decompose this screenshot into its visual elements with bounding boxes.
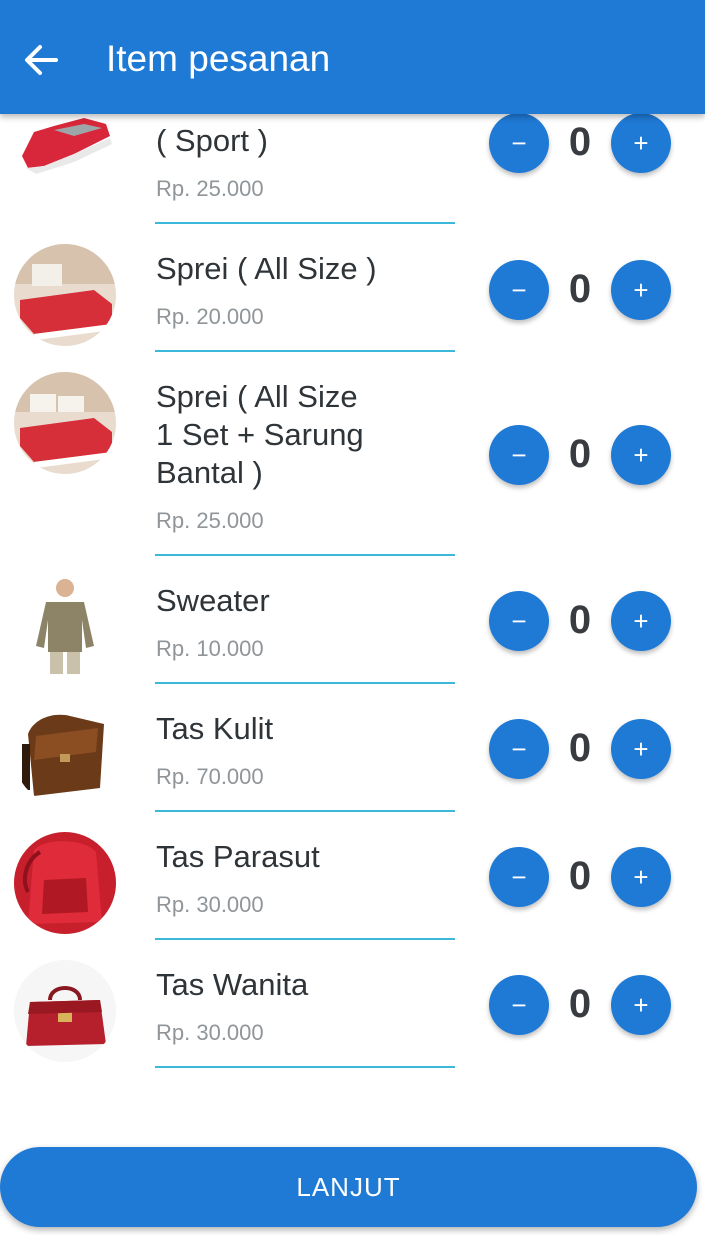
divider [155, 554, 455, 556]
item-name: Tas Wanita [156, 967, 309, 1002]
item-name: Sprei ( All Size ) [156, 251, 377, 286]
divider [155, 222, 455, 224]
item-price: Rp. 70.000 [156, 764, 264, 789]
red-bedsheet-image [14, 244, 116, 346]
arrow-left-icon [25, 45, 58, 75]
increase-button[interactable]: + [611, 847, 671, 907]
item-price: Rp. 25.000 [156, 176, 264, 201]
decrease-button[interactable]: − [489, 425, 549, 485]
minus-icon: − [511, 862, 527, 892]
quantity-value: 0 [568, 982, 592, 1026]
plus-icon: + [633, 862, 649, 892]
minus-icon: − [511, 275, 527, 305]
increase-button[interactable]: + [611, 113, 671, 173]
plus-icon: + [633, 275, 649, 305]
item-price: Rp. 25.000 [156, 508, 264, 533]
decrease-button[interactable]: − [489, 260, 549, 320]
divider [155, 682, 455, 684]
item-name: Tas Parasut [156, 839, 320, 874]
item-image [14, 372, 116, 474]
item-image [14, 832, 116, 934]
increase-button[interactable]: + [611, 719, 671, 779]
decrease-button[interactable]: − [489, 847, 549, 907]
item-name: Sprei ( All Size 1 Set + Sarung Bantal ) [156, 379, 364, 490]
item-image [14, 960, 116, 1062]
item-name: Tas Kulit [156, 711, 274, 746]
divider [155, 350, 455, 352]
minus-icon: − [511, 606, 527, 636]
increase-button[interactable]: + [611, 260, 671, 320]
minus-icon: − [511, 990, 527, 1020]
quantity-value: 0 [568, 726, 592, 770]
minus-icon: − [511, 440, 527, 470]
red-handbag-image [14, 960, 116, 1062]
item-price: Rp. 20.000 [156, 304, 264, 329]
app-bar: Item pesanan [0, 0, 705, 114]
plus-icon: + [633, 440, 649, 470]
red-backpack-image [14, 832, 116, 934]
quantity-value: 0 [568, 120, 592, 164]
increase-button[interactable]: + [611, 425, 671, 485]
divider [155, 1066, 455, 1068]
quantity-value: 0 [568, 432, 592, 476]
item-name: Sweater [156, 583, 270, 618]
decrease-button[interactable]: − [489, 975, 549, 1035]
quantity-value: 0 [568, 854, 592, 898]
brown-leather-bag-image [14, 704, 116, 806]
plus-icon: + [633, 606, 649, 636]
decrease-button[interactable]: − [489, 113, 549, 173]
continue-button[interactable]: LANJUT [0, 1147, 697, 1227]
page-title: Item pesanan [106, 38, 331, 79]
item-image [14, 704, 116, 806]
item-price: Rp. 10.000 [156, 636, 264, 661]
plus-icon: + [633, 734, 649, 764]
item-image [14, 244, 116, 346]
item-name: ( Sport ) [156, 123, 268, 158]
increase-button[interactable]: + [611, 591, 671, 651]
divider [155, 938, 455, 940]
plus-icon: + [633, 990, 649, 1020]
decrease-button[interactable]: − [489, 591, 549, 651]
item-image [14, 576, 116, 678]
increase-button[interactable]: + [611, 975, 671, 1035]
item-price: Rp. 30.000 [156, 892, 264, 917]
decrease-button[interactable]: − [489, 719, 549, 779]
minus-icon: − [511, 734, 527, 764]
minus-icon: − [511, 128, 527, 158]
man-in-sweater-image [14, 576, 116, 678]
plus-icon: + [633, 128, 649, 158]
order-item-list[interactable]: ( Sport ) Rp. 25.000 − 0 + Sprei ( All S… [0, 0, 705, 1110]
quantity-value: 0 [568, 267, 592, 311]
item-price: Rp. 30.000 [156, 1020, 264, 1045]
red-bedsheet-set-image [14, 372, 116, 474]
quantity-value: 0 [568, 598, 592, 642]
divider [155, 810, 455, 812]
back-button[interactable] [22, 40, 62, 80]
